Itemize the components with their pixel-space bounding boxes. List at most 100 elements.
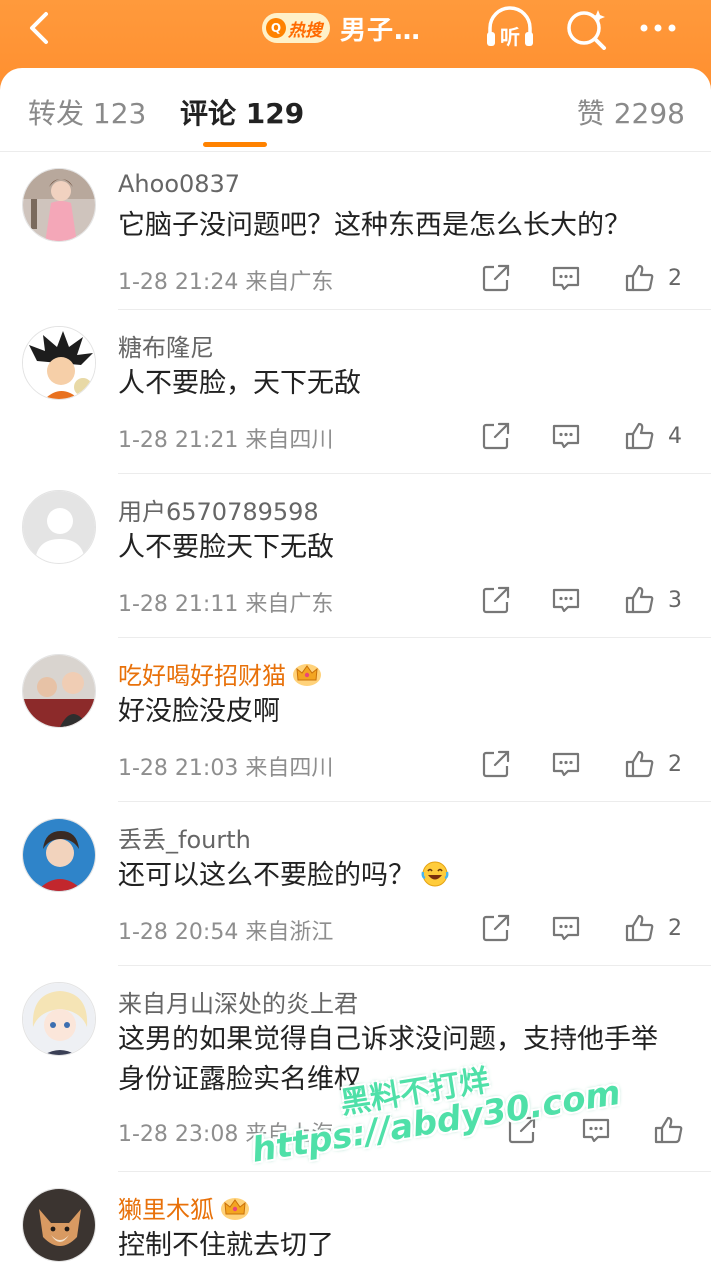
search-button[interactable] xyxy=(562,6,614,50)
headphones-icon: 听 xyxy=(487,6,533,49)
active-tab-indicator xyxy=(203,142,267,147)
thumbs-up-icon xyxy=(625,586,654,614)
comment-text: 人不要脸，天下无敌 xyxy=(118,368,361,399)
comment-text: 人不要脸天下无敌 xyxy=(118,532,334,563)
vip-crown-icon xyxy=(293,663,321,686)
avatar[interactable] xyxy=(22,326,96,400)
comment-username[interactable]: Ahoo0837 xyxy=(118,170,240,198)
share-button[interactable] xyxy=(481,416,511,456)
thumbs-up-icon xyxy=(625,422,654,450)
comment-meta: 1-28 21:24 来自广东 xyxy=(118,270,334,295)
avatar[interactable] xyxy=(22,654,96,728)
svg-text:听: 听 xyxy=(500,25,520,49)
comment-bubble-icon xyxy=(552,588,580,613)
avatar[interactable] xyxy=(22,1188,96,1262)
reply-button[interactable] xyxy=(551,744,581,784)
thumbs-up-icon xyxy=(625,750,654,778)
chevron-left-icon xyxy=(30,12,48,44)
avatar-group-photo-image xyxy=(23,655,95,727)
comment-item: 吃好喝好招财猫 好没脸没皮啊 1-28 21:03 来自四川 2 xyxy=(22,638,711,802)
listen-button[interactable]: 听 xyxy=(484,6,536,50)
avatar[interactable] xyxy=(22,168,96,242)
comment-meta: 1-28 21:03 来自四川 xyxy=(118,756,334,781)
back-button[interactable] xyxy=(20,8,60,48)
thumbs-up-icon xyxy=(625,264,654,292)
comment-username[interactable]: 来自月山深处的炎上君 xyxy=(118,984,358,1019)
comment-bubble-icon xyxy=(552,266,580,291)
like-count: 2 xyxy=(668,751,682,777)
reply-button[interactable] xyxy=(551,908,581,948)
comment-username[interactable]: 吃好喝好招财猫 xyxy=(118,656,322,691)
comment-actions: 4 xyxy=(481,416,711,456)
avatar[interactable] xyxy=(22,490,96,564)
avatar-anime-boy-image xyxy=(23,327,95,399)
thumbs-up-icon xyxy=(625,914,654,942)
avatar-boy-blue-image xyxy=(23,819,95,891)
share-icon xyxy=(482,914,510,942)
tab-likes[interactable]: 赞 2298 xyxy=(577,92,685,132)
like-button[interactable] xyxy=(653,1110,685,1150)
tab-comments[interactable]: 评论 129 xyxy=(180,92,304,132)
like-count: 2 xyxy=(668,265,682,291)
username-text: 丢丢_fourth xyxy=(118,826,251,854)
comment-bubble-icon xyxy=(552,916,580,941)
comment-text: 它脑子没问题吧？这种东西是怎么长大的？ xyxy=(118,210,631,241)
share-button[interactable] xyxy=(481,744,511,784)
comment-text: 还可以这么不要脸的吗？ xyxy=(118,856,678,896)
reply-button[interactable] xyxy=(551,416,581,456)
comment-text: 控制不住就去切了 xyxy=(118,1230,334,1261)
comment-actions: 2 xyxy=(481,258,711,298)
share-icon xyxy=(482,586,510,614)
reply-button[interactable] xyxy=(551,580,581,620)
share-icon xyxy=(482,264,510,292)
tab-forward[interactable]: 转发 123 xyxy=(28,92,146,132)
share-button[interactable] xyxy=(481,258,511,298)
avatar[interactable] xyxy=(22,982,96,1056)
share-icon xyxy=(482,750,510,778)
comment-text-content: 还可以这么不要脸的吗？ xyxy=(118,860,415,891)
comment-meta: 1-28 21:11 来自广东 xyxy=(118,592,334,617)
share-button[interactable] xyxy=(481,908,511,948)
thumbs-up-icon xyxy=(654,1116,683,1144)
topic-title-area[interactable]: Q 热搜 男子… xyxy=(262,8,421,48)
comment-item: 用户6570789598 人不要脸天下无敌 1-28 21:11 来自广东 3 xyxy=(22,474,711,638)
comment-username[interactable]: 丢丢_fourth xyxy=(118,820,251,855)
comment-actions: 2 xyxy=(481,744,711,784)
laughing-tears-emoji-icon xyxy=(421,861,449,887)
username-text: 来自月山深处的炎上君 xyxy=(118,990,358,1018)
more-button[interactable] xyxy=(632,6,684,50)
username-text: 獭里木狐 xyxy=(118,1196,214,1224)
search-q-icon: Q xyxy=(266,18,286,38)
hot-search-badge: Q 热搜 xyxy=(262,13,330,43)
comment-username[interactable]: 用户6570789598 xyxy=(118,492,319,527)
page-title: 男子… xyxy=(340,15,422,46)
comment-username[interactable]: 糖布隆尼 xyxy=(118,328,214,363)
comment-meta: 1-28 21:21 来自四川 xyxy=(118,428,334,453)
hot-search-label: 热搜 xyxy=(288,20,322,41)
avatar-default-image xyxy=(23,491,95,563)
comment-actions: 2 xyxy=(481,908,711,948)
tab-bar: 转发 123 评论 129 赞 2298 xyxy=(0,68,711,152)
username-text: Ahoo0837 xyxy=(118,170,241,198)
like-button[interactable]: 2 xyxy=(624,258,682,298)
avatar[interactable] xyxy=(22,818,96,892)
comment-actions: 3 xyxy=(481,580,711,620)
comment-item: 糖布隆尼 人不要脸，天下无敌 1-28 21:21 来自四川 4 xyxy=(22,310,711,474)
vip-crown-icon xyxy=(221,1197,249,1220)
avatar-anime-blonde-image xyxy=(23,983,95,1055)
comment-username[interactable]: 獭里木狐 xyxy=(118,1190,250,1225)
reply-button[interactable] xyxy=(551,258,581,298)
search-sparkle-icon xyxy=(567,10,606,50)
username-text: 用户6570789598 xyxy=(118,498,319,526)
like-button[interactable]: 2 xyxy=(624,908,682,948)
like-count: 2 xyxy=(668,915,682,941)
share-icon xyxy=(482,422,510,450)
username-text: 糖布隆尼 xyxy=(118,334,214,362)
like-button[interactable]: 2 xyxy=(624,744,682,784)
like-button[interactable]: 3 xyxy=(624,580,682,620)
comment-meta: 1-28 20:54 来自浙江 xyxy=(118,920,334,945)
share-button[interactable] xyxy=(481,580,511,620)
like-count: 4 xyxy=(668,423,682,449)
username-text: 吃好喝好招财猫 xyxy=(118,662,286,690)
like-button[interactable]: 4 xyxy=(624,416,682,456)
